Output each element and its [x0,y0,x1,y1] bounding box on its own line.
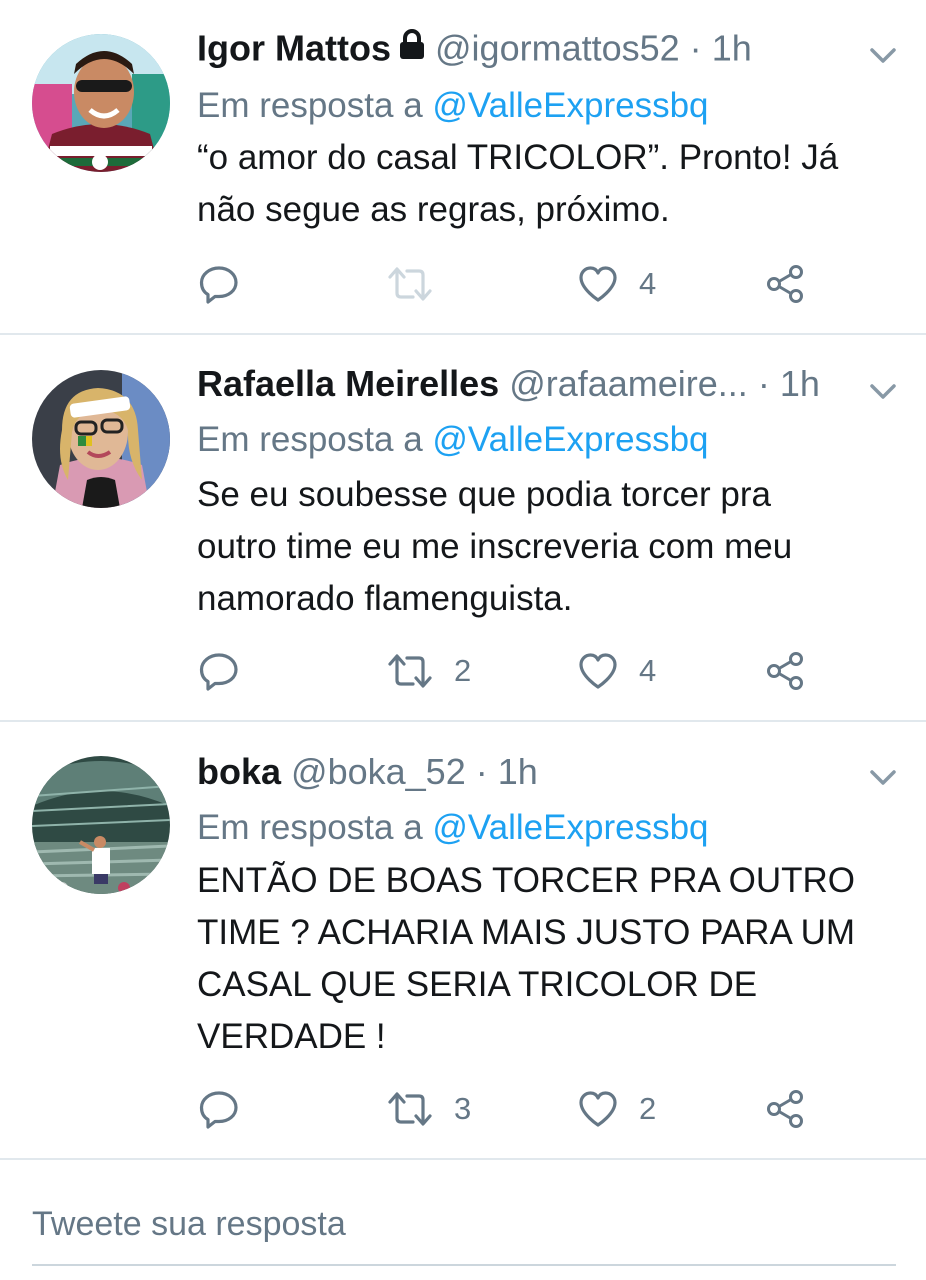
tweet-text-line: não segue as regras, próximo. [197,190,670,229]
reply-mention-link[interactable]: @ValleExpressbq [432,86,708,125]
reply-icon [198,263,240,305]
timestamp[interactable]: 1h [712,28,752,69]
tweet[interactable]: Rafaella Meirelles @rafaameire... · 1h E… [0,360,926,722]
reply-button[interactable] [198,1084,240,1134]
timestamp[interactable]: 1h [780,363,820,404]
like-count: 4 [639,266,657,301]
separator: · [689,27,702,69]
display-name[interactable]: Igor Mattos [197,28,391,69]
lock-icon [397,24,427,72]
tweet-text: ENTÃO DE BOAS TORCER PRA OUTRO TIME ? AC… [197,855,897,1063]
tweet-actions: 3 2 [0,1084,926,1134]
avatar[interactable] [32,756,170,894]
like-icon [577,1089,619,1129]
share-icon [765,263,807,305]
chevron-down-icon[interactable] [866,38,900,72]
reply-button[interactable] [198,646,240,696]
divider [0,720,926,722]
divider [0,333,926,335]
retweet-count: 3 [454,1091,472,1126]
retweet-icon [386,650,434,692]
reply-mention-link[interactable]: @ValleExpressbq [432,420,708,459]
retweet-count: 2 [454,653,472,688]
tweet-text-line: namorado flamenguista. [197,579,573,618]
share-button[interactable] [765,1084,807,1134]
timestamp[interactable]: 1h [498,751,538,792]
reply-context: Em resposta a @ValleExpressbq [197,804,709,852]
tweet-header: Rafaella Meirelles @rafaameire... · 1h [197,360,820,408]
tweet-text: “o amor do casal TRICOLOR”. Pronto! Já n… [197,132,897,236]
tweet-text-line: CASAL QUE SERIA TRICOLOR DE [197,965,758,1004]
reply-context: Em resposta a @ValleExpressbq [197,82,709,130]
chevron-down-icon[interactable] [866,374,900,408]
tweet-text-line: Se eu soubesse que podia torcer pra [197,475,771,514]
retweet-button[interactable]: 3 [386,1084,471,1134]
like-icon [577,264,619,304]
retweet-icon [386,263,434,305]
tweet-text-line: VERDADE ! [197,1017,386,1056]
tweet-actions: 4 [0,259,926,309]
like-button[interactable]: 2 [577,1084,656,1134]
share-icon [765,650,807,692]
retweet-icon [386,1088,434,1130]
like-count: 2 [639,1091,657,1126]
separator: · [757,363,770,404]
share-button[interactable] [765,646,807,696]
tweet-text-line: TIME ? ACHARIA MAIS JUSTO PARA UM [197,913,856,952]
avatar[interactable] [32,370,170,508]
share-icon [765,1088,807,1130]
share-button[interactable] [765,259,807,309]
tweet-text-line: outro time eu me inscreveria com meu [197,527,793,566]
retweet-button[interactable] [386,259,454,309]
reply-context: Em resposta a @ValleExpressbq [197,416,709,464]
reply-prefix: Em resposta a [197,86,423,125]
tweet-text-line: ENTÃO DE BOAS TORCER PRA OUTRO [197,861,855,900]
reply-composer [32,1200,896,1266]
tweet-actions: 2 4 [0,646,926,696]
retweet-button[interactable]: 2 [386,646,471,696]
handle[interactable]: @boka_52 [291,751,466,792]
input-underline [32,1264,896,1266]
avatar[interactable] [32,34,170,172]
like-button[interactable]: 4 [577,259,656,309]
tweet-header: boka @boka_52 · 1h [197,748,538,796]
reply-prefix: Em resposta a [197,420,423,459]
reply-icon [198,1088,240,1130]
tweet-text: Se eu soubesse que podia torcer pra outr… [197,469,897,625]
tweet[interactable]: boka @boka_52 · 1h Em resposta a @ValleE… [0,748,926,1160]
display-name[interactable]: Rafaella Meirelles [197,363,499,404]
chevron-down-icon[interactable] [866,760,900,794]
like-count: 4 [639,653,657,688]
reply-prefix: Em resposta a [197,808,423,847]
tweet-header: Igor Mattos @igormattos52 · 1h [197,24,752,72]
like-button[interactable]: 4 [577,646,656,696]
divider [0,1158,926,1160]
reply-button[interactable] [198,259,240,309]
like-icon [577,651,619,691]
reply-input[interactable] [32,1200,896,1248]
tweet-text-line: “o amor do casal TRICOLOR”. Pronto! Já [197,138,839,177]
reply-mention-link[interactable]: @ValleExpressbq [432,808,708,847]
handle[interactable]: @igormattos52 [435,28,680,69]
separator: · [475,751,488,792]
display-name[interactable]: boka [197,751,281,792]
reply-icon [198,650,240,692]
handle[interactable]: @rafaameire... [509,363,748,404]
tweet[interactable]: Igor Mattos @igormattos52 · 1h Em respost… [0,24,926,335]
